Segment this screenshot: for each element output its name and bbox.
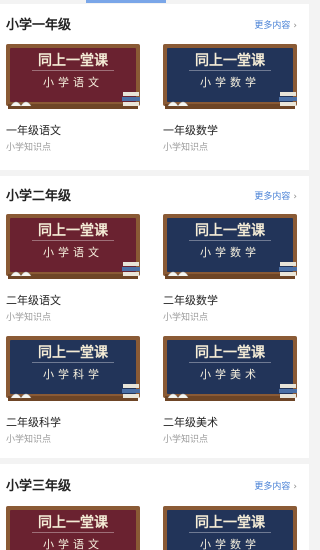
section-grade-2: 小学二年级 更多内容 › 同上一堂课 小学语文 二年级语文 小学知识点 同上一堂课…: [0, 176, 309, 458]
active-tab-indicator: [86, 0, 166, 3]
chevron-right-icon: ›: [293, 482, 297, 492]
course-thumbnail: 同上一堂课 小学语文: [6, 44, 140, 114]
more-label: 更多内容: [254, 192, 291, 202]
board-title: 同上一堂课: [195, 53, 265, 69]
chevron-right-icon: ›: [293, 21, 297, 31]
section-title: 小学一年级: [6, 18, 72, 33]
board-title: 同上一堂课: [38, 345, 108, 361]
course-subtitle: 小学知识点: [6, 435, 52, 445]
board-title: 同上一堂课: [38, 53, 108, 69]
course-title: 二年级数学: [163, 294, 218, 307]
section-title: 小学三年级: [6, 479, 72, 494]
board-title: 同上一堂课: [195, 345, 265, 361]
board-title: 同上一堂课: [195, 223, 265, 239]
open-book-icon: [10, 271, 32, 277]
course-thumbnail: 同上一堂课 小学数学: [163, 44, 297, 114]
more-label: 更多内容: [254, 21, 291, 31]
section-grade-1: 小学一年级 更多内容 › 同上一堂课 小学语文 一年级语文 小学知识点 同上一堂课…: [0, 4, 309, 170]
course-thumbnail: 同上一堂课 小学数学: [163, 506, 297, 550]
board-subtitle: 小学数学: [200, 246, 260, 259]
board-subtitle: 小学语文: [43, 246, 103, 259]
course-thumbnail: 同上一堂课 小学数学: [163, 214, 297, 284]
board-subtitle: 小学数学: [200, 538, 260, 550]
course-subtitle: 小学知识点: [163, 143, 209, 153]
course-subtitle: 小学知识点: [163, 313, 209, 323]
open-book-icon: [167, 271, 189, 277]
course-subtitle: 小学知识点: [6, 313, 52, 323]
book-stack-icon: [279, 262, 297, 276]
open-book-icon: [167, 393, 189, 399]
course-title: 二年级美术: [163, 416, 218, 429]
board-subtitle: 小学美术: [200, 368, 260, 381]
book-stack-icon: [122, 92, 140, 106]
course-title: 一年级数学: [163, 124, 218, 137]
board-subtitle: 小学语文: [43, 76, 103, 89]
more-link[interactable]: 更多内容 ›: [254, 189, 297, 202]
course-subtitle: 小学知识点: [163, 435, 209, 445]
board-subtitle: 小学语文: [43, 538, 103, 550]
course-title: 一年级语文: [6, 124, 61, 137]
course-title: 二年级科学: [6, 416, 61, 429]
section-title: 小学二年级: [6, 189, 72, 204]
course-subtitle: 小学知识点: [6, 143, 52, 153]
board-title: 同上一堂课: [38, 223, 108, 239]
chevron-right-icon: ›: [293, 192, 297, 202]
book-stack-icon: [122, 384, 140, 398]
open-book-icon: [10, 101, 32, 107]
book-stack-icon: [122, 262, 140, 276]
course-title: 二年级语文: [6, 294, 61, 307]
more-label: 更多内容: [254, 482, 291, 492]
book-stack-icon: [279, 92, 297, 106]
more-link[interactable]: 更多内容 ›: [254, 479, 297, 492]
book-stack-icon: [279, 384, 297, 398]
course-thumbnail: 同上一堂课 小学语文: [6, 214, 140, 284]
open-book-icon: [167, 101, 189, 107]
course-thumbnail: 同上一堂课 小学美术: [163, 336, 297, 406]
board-subtitle: 小学数学: [200, 76, 260, 89]
more-link[interactable]: 更多内容 ›: [254, 18, 297, 31]
course-thumbnail: 同上一堂课 小学科学: [6, 336, 140, 406]
board-title: 同上一堂课: [38, 515, 108, 531]
section-grade-3: 小学三年级 更多内容 › 同上一堂课 小学语文 同上一堂课 小学数学: [0, 464, 309, 550]
board-title: 同上一堂课: [195, 515, 265, 531]
course-thumbnail: 同上一堂课 小学语文: [6, 506, 140, 550]
board-subtitle: 小学科学: [43, 368, 103, 381]
open-book-icon: [10, 393, 32, 399]
